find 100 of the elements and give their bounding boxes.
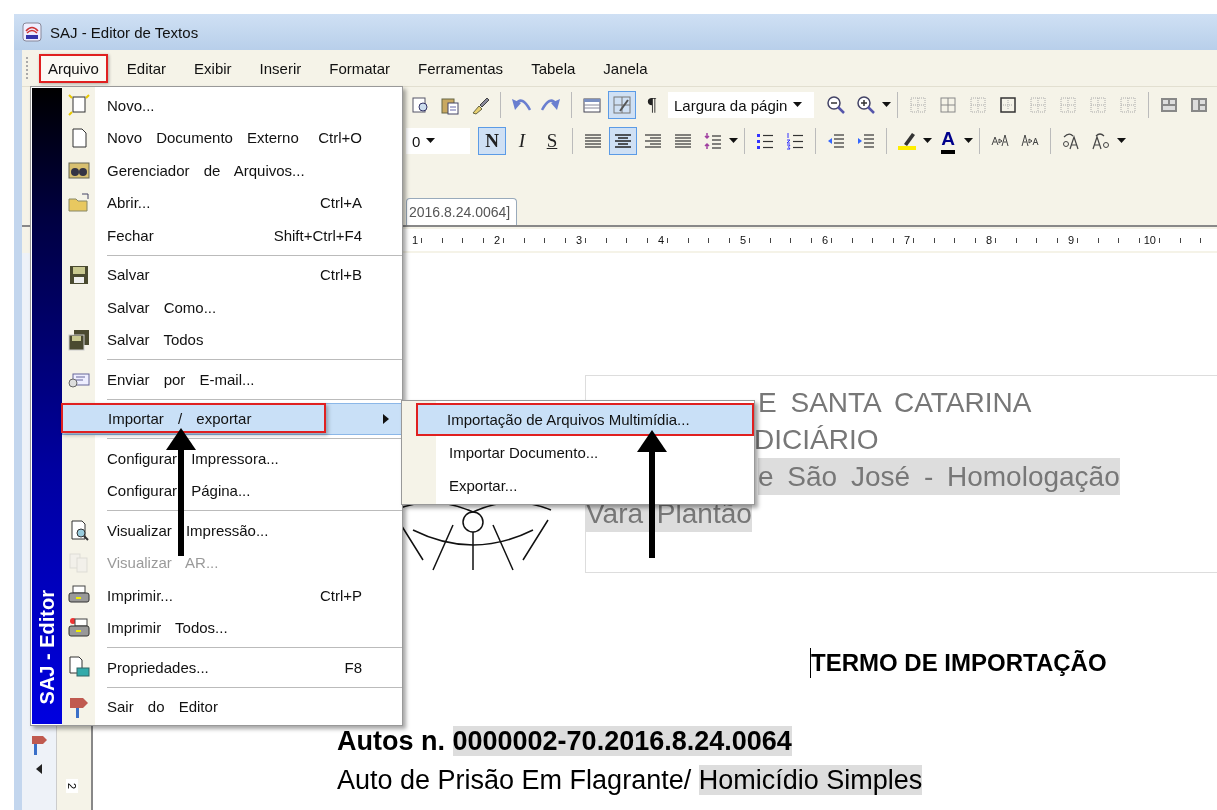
bold-button[interactable]: N xyxy=(478,127,506,155)
print-preview-icon xyxy=(410,95,430,115)
line-spacing-icon xyxy=(703,131,723,151)
ruler-number: 5 xyxy=(737,234,748,246)
header-text: E SANTA CATARINA xyxy=(758,386,1032,420)
menu-item[interactable]: Novo... xyxy=(62,89,402,122)
zoom-out-icon xyxy=(826,95,846,115)
menu-item[interactable]: Configurar Página... xyxy=(62,474,402,507)
table-border-icon xyxy=(1118,95,1138,115)
menu-item[interactable]: Salvar Todos xyxy=(62,323,402,356)
signpost-icon xyxy=(67,695,90,718)
dropdown-caret-icon[interactable] xyxy=(882,102,891,108)
italic-button[interactable]: I xyxy=(508,127,536,155)
dropdown-caret-icon xyxy=(793,102,803,108)
table-border-icon xyxy=(968,95,988,115)
table-border-icon xyxy=(998,95,1018,115)
menu-item[interactable]: Importar / exportar xyxy=(62,402,402,435)
folder-icon xyxy=(67,191,90,214)
window-title: SAJ - Editor de Textos xyxy=(50,23,199,41)
menu-item[interactable]: Janela xyxy=(594,53,657,83)
menu-item[interactable]: Enviar por E-mail... xyxy=(62,363,402,396)
menu-item[interactable]: Salvar Ctrl+B xyxy=(62,258,402,291)
menu-item[interactable]: Inserir xyxy=(250,53,311,83)
toolbar-button[interactable] xyxy=(609,127,637,155)
menu-item[interactable]: Arquivo xyxy=(39,53,108,83)
change-case-icon xyxy=(1091,131,1111,151)
menu-item[interactable]: Importação de Arquivos Multimídia... xyxy=(416,403,754,436)
menu-item[interactable]: Imprimir... Ctrl+P xyxy=(62,579,402,612)
table-border-icon xyxy=(1058,95,1078,115)
menu-item[interactable]: Ferramentas xyxy=(409,53,513,83)
formatting-marks-button[interactable]: ¶ xyxy=(638,91,666,119)
ruler-number: 2 xyxy=(66,778,78,794)
table-border-icon xyxy=(908,95,928,115)
printer-icon xyxy=(67,616,90,639)
document-tab[interactable]: 2016.8.24.0064] xyxy=(406,198,518,225)
shortcut-text: Shift+Ctrl+F4 xyxy=(273,226,362,244)
ruler-number: 6 xyxy=(819,234,830,246)
case-heading: Autos n. 0000002-70.2016.8.24.0064 xyxy=(337,726,792,757)
collapse-arrow-icon[interactable] xyxy=(36,764,42,774)
menu-item[interactable]: Imprimir Todos... xyxy=(62,611,402,644)
new-document-icon xyxy=(67,94,90,117)
shortcut-text: Ctrl+O xyxy=(318,129,362,147)
zoom-combo[interactable]: Largura da págin xyxy=(668,92,814,118)
document-properties-icon xyxy=(67,656,90,679)
bullet-list-icon xyxy=(755,131,775,151)
dropdown-caret-icon xyxy=(426,138,436,144)
menu-item[interactable]: Exibir xyxy=(185,53,241,83)
header-text: DICIÁRIO xyxy=(754,423,879,457)
menu-item[interactable]: Fechar Shift+Ctrl+F4 xyxy=(62,219,402,252)
menu-item[interactable]: Sair do Editor xyxy=(62,690,402,723)
table-border-icon xyxy=(938,95,958,115)
underline-button[interactable]: S xyxy=(538,127,566,155)
menu-item[interactable]: Editar xyxy=(117,53,176,83)
align-right-icon xyxy=(643,131,663,151)
shortcut-text: Ctrl+A xyxy=(319,194,362,212)
ruler-number: 3 xyxy=(573,234,584,246)
dropdown-caret-icon[interactable] xyxy=(1117,138,1126,144)
menu-item[interactable]: Tabela xyxy=(522,53,585,83)
clipboard-icon xyxy=(440,95,460,115)
app-logo-icon xyxy=(22,22,42,42)
split-cells-icon xyxy=(1189,95,1209,115)
paintbrush-icon xyxy=(470,95,490,115)
floppy-disks-icon xyxy=(67,328,90,351)
align-left-icon xyxy=(583,131,603,151)
banner-label: SAJ - Editor xyxy=(35,589,59,704)
dropdown-caret-icon[interactable] xyxy=(729,138,738,144)
draw-table-icon xyxy=(612,95,632,115)
ruler-number: 8 xyxy=(983,234,994,246)
font-color-button[interactable]: A xyxy=(934,127,962,155)
ruler-number: 1 xyxy=(409,234,420,246)
ruler-number: 4 xyxy=(655,234,666,246)
menu-item[interactable]: Configurar Impressora... xyxy=(62,442,402,475)
ruler-number: 2 xyxy=(491,234,502,246)
font-size-combo[interactable]: 0 xyxy=(406,128,470,154)
justify-icon xyxy=(673,131,693,151)
merge-cells-icon xyxy=(1159,95,1179,115)
table-icon xyxy=(582,95,602,115)
subject-line: Auto de Prisão Em Flagrante/ Homicídio Simples xyxy=(337,765,923,796)
table-border-icon xyxy=(1028,95,1048,115)
shortcut-text: Ctrl+B xyxy=(319,266,362,284)
shortcut-text: F8 xyxy=(344,658,362,676)
dropdown-caret-icon[interactable] xyxy=(923,138,932,144)
ruler-number: 7 xyxy=(901,234,912,246)
signpost-icon xyxy=(30,734,48,756)
numbered-list-icon xyxy=(785,131,805,151)
menu-item[interactable]: Formatar xyxy=(320,53,400,83)
ruler-number: 9 xyxy=(1065,234,1076,246)
align-center-icon xyxy=(613,131,633,151)
menu-item[interactable]: Abrir... Ctrl+A xyxy=(62,186,402,219)
dropdown-caret-icon[interactable] xyxy=(964,138,973,144)
document-title: TERMO DE IMPORTAÇÃO xyxy=(811,649,1107,677)
menu-item[interactable]: Novo Documento Externo Ctrl+O xyxy=(62,121,402,154)
menu-item[interactable]: Visualizar Impressão... xyxy=(62,514,402,547)
menu-item[interactable]: Importar Documento... xyxy=(402,436,754,469)
highlighter-icon xyxy=(897,131,917,151)
menu-item[interactable]: Propriedades... F8 xyxy=(62,651,402,684)
menu-item[interactable]: Gerenciador de Arquivos... xyxy=(62,154,402,187)
submenu-arrow-icon xyxy=(383,413,389,424)
menu-item[interactable]: Salvar Como... xyxy=(62,291,402,324)
ruler-number: 10 xyxy=(1141,234,1158,246)
